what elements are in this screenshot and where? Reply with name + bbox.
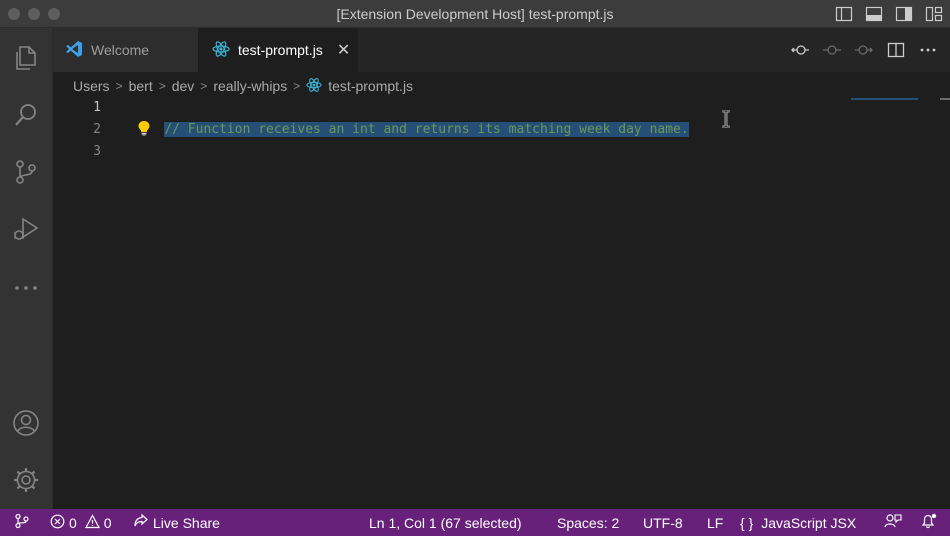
explorer-icon[interactable] xyxy=(8,40,44,76)
react-icon xyxy=(212,40,230,61)
warning-icon xyxy=(84,513,100,532)
cursor-position[interactable]: Ln 1, Col 1 (67 selected) xyxy=(369,509,522,536)
more-editor-actions-icon[interactable] xyxy=(918,40,938,60)
live-share-label: Live Share xyxy=(153,514,220,531)
scrollbar-marker xyxy=(940,98,950,100)
close-icon[interactable]: ✕ xyxy=(337,40,350,60)
chevron-right-icon: > xyxy=(158,79,166,93)
split-editor-icon[interactable] xyxy=(886,40,906,60)
text-cursor-icon xyxy=(719,109,733,129)
live-share-icon xyxy=(133,513,149,532)
run-and-debug-icon[interactable] xyxy=(8,211,44,247)
language-mode[interactable]: { } JavaScript JSX xyxy=(740,509,856,536)
live-share-button[interactable]: Live Share xyxy=(133,509,220,536)
code-line[interactable]: // Function receives an int and returns … xyxy=(133,97,689,137)
go-forward-icon[interactable] xyxy=(854,40,874,60)
breadcrumb-file[interactable]: test-prompt.js xyxy=(306,77,413,96)
breadcrumb-file-label: test-prompt.js xyxy=(328,78,414,94)
toggle-panel-icon[interactable] xyxy=(864,4,884,24)
react-icon xyxy=(306,77,322,96)
tab-test-prompt[interactable]: test-prompt.js ✕ xyxy=(198,28,358,72)
error-count: 0 xyxy=(69,514,77,531)
braces-icon: { } xyxy=(740,514,754,531)
feedback-icon xyxy=(884,513,902,532)
breadcrumb: Users > bert > dev > really-whips > test… xyxy=(73,76,413,96)
selected-comment-text[interactable]: // Function receives an int and returns … xyxy=(164,122,689,137)
language-label: JavaScript JSX xyxy=(761,514,857,531)
notifications-button[interactable] xyxy=(920,509,938,536)
indentation[interactable]: Spaces: 2 xyxy=(557,509,619,536)
minimap-selection xyxy=(851,98,918,100)
feedback-button[interactable] xyxy=(884,509,902,536)
source-control-icon[interactable] xyxy=(8,154,44,190)
line-number: 2 xyxy=(93,122,101,137)
title-bar: [Extension Development Host] test-prompt… xyxy=(0,0,950,28)
chevron-right-icon: > xyxy=(200,79,208,93)
encoding[interactable]: UTF-8 xyxy=(643,509,683,536)
chevron-right-icon: > xyxy=(115,79,123,93)
end-of-line[interactable]: LF xyxy=(707,509,723,536)
error-icon xyxy=(50,514,65,532)
lightbulb-icon[interactable] xyxy=(137,120,151,136)
layout-controls xyxy=(834,4,944,24)
open-changes-icon[interactable] xyxy=(822,40,842,60)
accounts-icon[interactable] xyxy=(8,405,44,441)
manage-gear-icon[interactable] xyxy=(8,462,44,498)
window-title: [Extension Development Host] test-prompt… xyxy=(336,6,614,22)
line-number: 3 xyxy=(93,144,101,159)
toggle-secondary-sidebar-icon[interactable] xyxy=(894,4,914,24)
breadcrumb-item[interactable]: dev xyxy=(172,78,195,94)
customize-layout-icon[interactable] xyxy=(924,4,944,24)
tab-label: test-prompt.js xyxy=(238,42,323,58)
tab-label: Welcome xyxy=(91,42,150,58)
chevron-right-icon: > xyxy=(293,79,301,93)
vscode-logo-icon xyxy=(65,40,83,61)
remote-icon xyxy=(14,513,30,532)
editor-actions xyxy=(790,40,938,60)
problems-indicator[interactable]: 0 0 xyxy=(50,509,112,536)
warning-count: 0 xyxy=(103,514,112,531)
line-number: 1 xyxy=(93,100,101,115)
more-actions-icon[interactable] xyxy=(8,270,44,306)
activity-bar xyxy=(0,28,53,509)
breadcrumb-item[interactable]: really-whips xyxy=(213,78,287,94)
bell-icon xyxy=(920,513,938,532)
remote-indicator[interactable] xyxy=(14,509,30,536)
code-editor[interactable]: 1 2 3 // Function receives an int and re… xyxy=(53,96,950,509)
go-back-icon[interactable] xyxy=(790,40,810,60)
breadcrumb-item[interactable]: bert xyxy=(129,78,153,94)
toggle-primary-sidebar-icon[interactable] xyxy=(834,4,854,24)
status-bar: 0 0 Live Share Ln 1, Col 1 (67 selected)… xyxy=(0,509,950,536)
search-icon[interactable] xyxy=(8,97,44,133)
editor-tab-bar: Welcome test-prompt.js ✕ xyxy=(53,28,950,72)
breadcrumb-item[interactable]: Users xyxy=(73,78,110,94)
tab-welcome[interactable]: Welcome xyxy=(53,28,198,72)
